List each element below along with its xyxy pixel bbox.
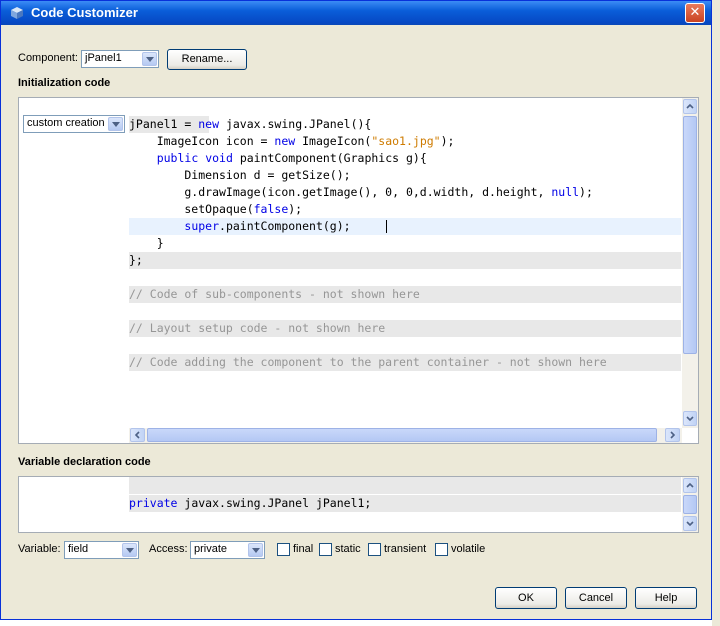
volatile-checkbox[interactable]	[435, 543, 448, 556]
access-select[interactable]: private	[190, 541, 265, 559]
var-code-text: javax.swing.JPanel jPanel1;	[184, 496, 372, 510]
background-window	[712, 0, 720, 626]
chevron-down-icon[interactable]	[248, 543, 263, 557]
guarded-block	[129, 477, 681, 494]
cancel-button[interactable]: Cancel	[565, 587, 627, 609]
component-select-value: jPanel1	[85, 52, 122, 64]
final-checkbox[interactable]	[277, 543, 290, 556]
code-line: // Layout setup code - not shown here	[129, 321, 386, 335]
code-line: };	[129, 253, 143, 267]
code-line: Dimension d = getSize();	[129, 168, 351, 182]
code-line: }	[129, 236, 164, 250]
code-line: // Code adding the component to the pare…	[129, 355, 607, 369]
chevron-down-icon[interactable]	[122, 543, 137, 557]
component-label: Component:	[18, 52, 78, 64]
chevron-down-icon[interactable]	[142, 52, 157, 66]
final-label: final	[293, 543, 314, 555]
var-code-heading: Variable declaration code	[18, 456, 151, 468]
chevron-up-icon	[686, 103, 694, 109]
rename-button[interactable]: Rename...	[167, 49, 247, 70]
chevron-left-icon	[134, 431, 140, 439]
scroll-left-button[interactable]	[130, 428, 145, 442]
init-code-heading: Initialization code	[18, 77, 111, 89]
chevron-down-icon	[686, 416, 694, 422]
var-code-vscrollbar[interactable]	[682, 477, 698, 532]
chevron-down-icon[interactable]	[108, 117, 123, 131]
text-caret	[386, 220, 387, 233]
scroll-thumb[interactable]	[683, 116, 697, 354]
variable-label: Variable:	[18, 543, 61, 555]
creation-mode-value: custom creation	[27, 117, 105, 129]
volatile-label: volatile	[451, 543, 486, 555]
code-lines: jPanel1 = new javax.swing.JPanel(){ Imag…	[129, 116, 607, 371]
chevron-down-icon	[686, 521, 694, 527]
component-select[interactable]: jPanel1	[81, 50, 159, 68]
static-checkbox[interactable]	[319, 543, 332, 556]
code-line: ImageIcon icon = new ImageIcon("sao1.jpg…	[129, 134, 455, 148]
transient-checkbox[interactable]	[368, 543, 381, 556]
code-line: super.paintComponent(g);	[184, 219, 351, 233]
init-code-hscrollbar[interactable]	[129, 428, 682, 443]
access-label: Access:	[149, 543, 188, 555]
var-code-editor[interactable]: private javax.swing.JPanel jPanel1;	[129, 477, 681, 532]
scroll-down-button[interactable]	[683, 516, 697, 531]
chevron-right-icon	[670, 431, 676, 439]
scroll-down-button[interactable]	[683, 411, 697, 426]
code-line: // Code of sub-components - not shown he…	[129, 287, 420, 301]
var-code-panel: private javax.swing.JPanel jPanel1;	[18, 476, 699, 533]
chevron-up-icon	[686, 482, 694, 488]
init-code-vscrollbar[interactable]	[682, 98, 698, 428]
help-button[interactable]: Help	[635, 587, 697, 609]
transient-label: transient	[384, 543, 427, 555]
var-code-line: private javax.swing.JPanel jPanel1;	[129, 495, 371, 512]
title-bar[interactable]: Code Customizer ✕	[1, 1, 711, 25]
hscroll-thumb[interactable]	[147, 428, 657, 442]
scroll-thumb[interactable]	[683, 495, 697, 514]
code-line: jPanel1 = new javax.swing.JPanel(){	[129, 117, 372, 131]
gutter	[19, 98, 129, 443]
creation-mode-select[interactable]: custom creation	[23, 115, 125, 133]
keyword-private: private	[129, 496, 178, 510]
cube-icon	[11, 7, 23, 19]
scroll-right-button[interactable]	[665, 428, 680, 442]
code-line: setOpaque(false);	[129, 202, 303, 216]
static-label: static	[335, 543, 361, 555]
code-line: public void paintComponent(Graphics g){	[156, 151, 427, 165]
variable-select-value: field	[68, 543, 89, 555]
scroll-up-button[interactable]	[683, 99, 697, 114]
code-line: g.drawImage(icon.getImage(), 0, 0,d.widt…	[129, 185, 593, 199]
variable-select[interactable]: field	[64, 541, 139, 559]
close-button[interactable]: ✕	[685, 3, 705, 23]
access-select-value: private	[194, 543, 228, 555]
code-customizer-dialog: Code Customizer ✕ Component: jPanel1 Ren…	[0, 0, 712, 620]
window-title: Code Customizer	[31, 5, 138, 20]
code-editor[interactable]: jPanel1 = new javax.swing.JPanel(){ Imag…	[129, 98, 681, 428]
ok-button[interactable]: OK	[495, 587, 557, 609]
init-code-panel: custom creation jPanel1 = new javax.swin…	[18, 97, 699, 444]
scroll-up-button[interactable]	[683, 478, 697, 493]
